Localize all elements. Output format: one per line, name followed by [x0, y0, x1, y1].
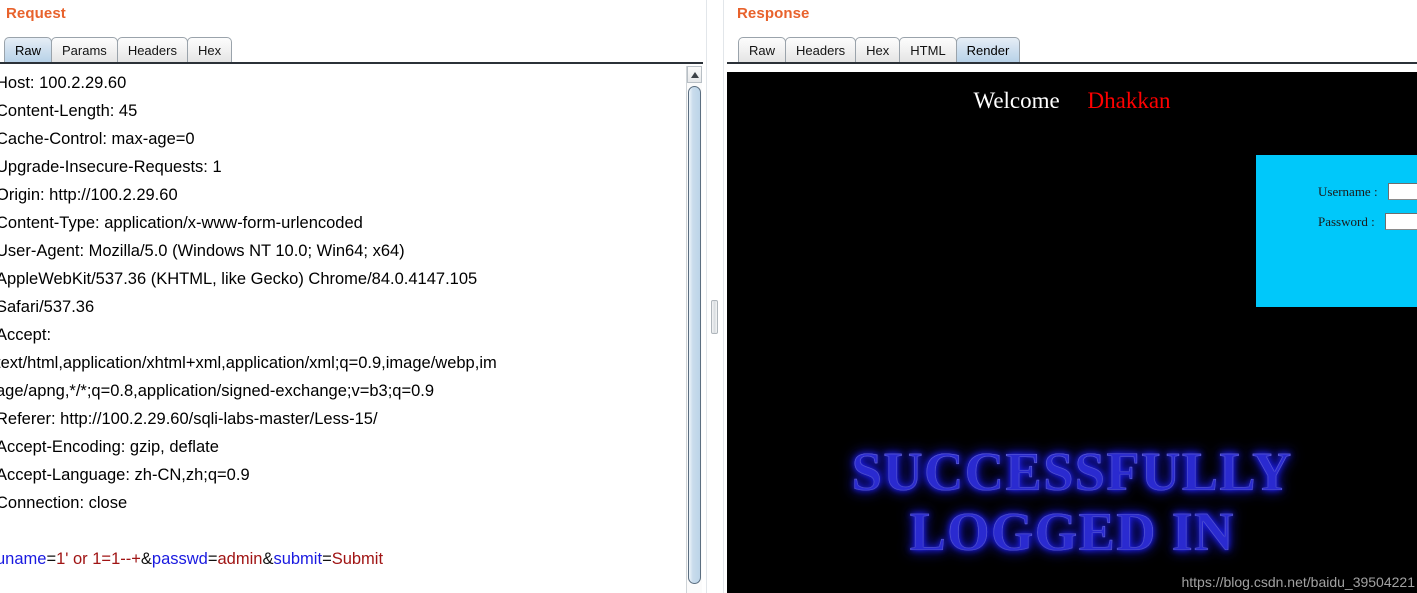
username-field-row: Username : — [1318, 183, 1417, 200]
tab-request-headers-label: Headers — [127, 42, 177, 58]
tab-request-raw[interactable]: Raw — [4, 37, 53, 62]
tab-response-hex[interactable]: Hex — [855, 37, 901, 62]
tab-response-render-label: Render — [966, 42, 1010, 58]
tab-response-html-label: HTML — [910, 42, 946, 58]
tab-response-raw[interactable]: Raw — [738, 37, 787, 62]
welcome-username-text: Dhakkan — [1087, 88, 1171, 113]
request-body-token-eq: = — [46, 550, 57, 568]
tab-response-hex-label: Hex — [866, 42, 890, 58]
request-header-line: Safari/537.36 — [0, 298, 95, 316]
splitter-edge-left — [706, 0, 707, 593]
request-body-token-amp: & — [262, 550, 274, 568]
tab-response-headers[interactable]: Headers — [785, 37, 857, 62]
request-header-line: Accept-Language: zh-CN,zh;q=0.9 — [0, 466, 250, 484]
response-tab-underline — [727, 62, 1417, 64]
tab-request-hex-label: Hex — [197, 42, 222, 58]
tab-response-headers-label: Headers — [796, 42, 846, 58]
request-raw-editor[interactable]: Host: 100.2.29.60 Content-Length: 45 Cache… — [0, 66, 686, 593]
username-label: Username : — [1318, 183, 1378, 199]
scroll-up-arrow-icon[interactable] — [687, 66, 702, 83]
request-header-line: text/html,application/xhtml+xml,applicat… — [0, 354, 497, 372]
tab-request-params-label: Params — [62, 42, 107, 58]
request-raw-text: Host: 100.2.29.60 Content-Length: 45 Cache… — [0, 69, 686, 573]
tab-response-render[interactable]: Render — [955, 37, 1021, 62]
tab-request-headers[interactable]: Headers — [116, 37, 188, 62]
request-body-token-val: Submit — [331, 550, 384, 568]
success-banner-line2: LOGGED IN — [909, 501, 1235, 562]
request-header-line: Referer: http://100.2.29.60/sqli-labs-ma… — [0, 410, 378, 428]
success-banner: SUCCESSFULLY LOGGED IN — [727, 442, 1417, 562]
csdn-watermark: https://blog.csdn.net/baidu_39504221 — [1181, 574, 1415, 590]
username-input[interactable] — [1387, 183, 1417, 200]
success-banner-line1: SUCCESSFULLY — [851, 441, 1293, 502]
welcome-text: Welcome — [973, 88, 1060, 113]
login-form-box: Username : Password : — [1256, 155, 1417, 307]
request-body-token-val: 1' or 1=1--+ — [56, 550, 141, 568]
tab-request-hex[interactable]: Hex — [186, 37, 233, 62]
request-body-token-param: uname — [0, 550, 47, 568]
request-tab-bar: Raw Params Headers Hex — [4, 36, 233, 62]
tab-response-raw-label: Raw — [749, 42, 776, 58]
scrollbar-thumb[interactable] — [688, 86, 701, 584]
request-header-line: Host: 100.2.29.60 — [0, 74, 127, 92]
request-body-token-eq: = — [322, 550, 332, 568]
response-panel-title: Response — [737, 5, 810, 22]
request-vertical-scrollbar[interactable] — [686, 66, 702, 593]
request-body-token-amp: & — [140, 550, 152, 568]
burp-suite-repeater-window: Request Raw Params Headers Hex Host: 100… — [0, 0, 1417, 593]
tab-response-html[interactable]: HTML — [899, 37, 957, 62]
triangle-up-icon — [690, 71, 699, 78]
request-header-line: Accept: — [0, 326, 52, 344]
tab-request-raw-label: Raw — [15, 42, 42, 58]
splitter-grip-handle[interactable] — [711, 300, 718, 334]
request-blank-line — [0, 517, 686, 545]
welcome-heading: Welcome Dhakkan — [727, 88, 1417, 114]
request-header-line: User-Agent: Mozilla/5.0 (Windows NT 10.0… — [0, 242, 405, 260]
request-panel-title: Request — [6, 5, 66, 22]
request-body-token-param: submit — [273, 550, 323, 568]
password-field-row: Password : — [1318, 213, 1417, 230]
request-header-line: Content-Length: 45 — [0, 102, 138, 120]
request-body-line: uname=1' or 1=1--+&passwd=admin&submit=S… — [0, 545, 686, 573]
request-header-line: Origin: http://100.2.29.60 — [0, 186, 178, 204]
splitter-edge-right — [723, 0, 724, 593]
password-label: Password : — [1318, 213, 1375, 229]
request-header-line: age/apng,*/*;q=0.8,application/signed-ex… — [0, 382, 435, 400]
request-header-line: AppleWebKit/537.36 (KHTML, like Gecko) C… — [0, 270, 478, 288]
password-input[interactable] — [1384, 213, 1417, 230]
request-header-line: Cache-Control: max-age=0 — [0, 130, 195, 148]
response-render-view: Welcome Dhakkan Username : Password : SU… — [727, 72, 1417, 593]
request-body-token-val: admin — [217, 550, 263, 568]
request-tab-underline — [0, 62, 705, 64]
panel-splitter[interactable] — [703, 0, 727, 593]
response-tab-bar: Raw Headers Hex HTML Render — [738, 36, 1021, 62]
request-header-line: Connection: close — [0, 494, 128, 512]
request-header-line: Upgrade-Insecure-Requests: 1 — [0, 158, 222, 176]
request-header-line: Content-Type: application/x-www-form-url… — [0, 214, 363, 232]
tab-request-params[interactable]: Params — [51, 37, 118, 62]
request-header-line: Accept-Encoding: gzip, deflate — [0, 438, 219, 456]
request-body-token-param: passwd — [151, 550, 208, 568]
